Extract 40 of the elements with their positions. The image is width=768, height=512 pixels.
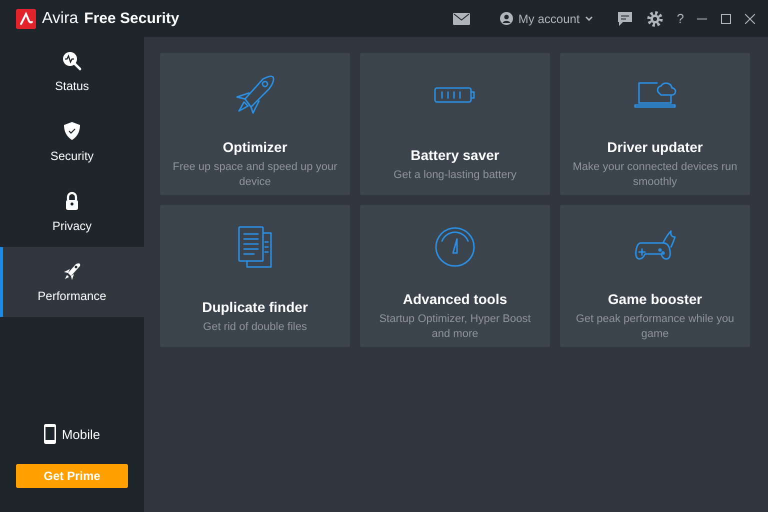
close-icon[interactable] bbox=[745, 14, 755, 24]
help-button[interactable]: ? bbox=[676, 11, 684, 26]
feature-card[interactable]: Optimizer Free up space and speed up your device bbox=[160, 53, 350, 195]
feature-card[interactable]: Driver updater Make your connected devices run smoothly bbox=[560, 53, 750, 195]
rocket-icon bbox=[62, 261, 82, 281]
card-title: Advanced tools bbox=[402, 291, 508, 307]
card-title: Driver updater bbox=[607, 139, 703, 155]
mobile-link[interactable]: Mobile bbox=[0, 424, 144, 444]
maximize-icon[interactable] bbox=[721, 14, 731, 24]
sidebar-item[interactable]: Security bbox=[0, 107, 144, 177]
brand-name: Avira bbox=[42, 10, 78, 28]
card-description: Make your connected devices run smoothly bbox=[572, 160, 738, 190]
card-title: Optimizer bbox=[222, 139, 288, 155]
window-title: Free Security bbox=[84, 10, 180, 27]
feature-card[interactable]: Battery saver Get a long-lasting battery bbox=[360, 53, 550, 195]
shield-check-icon bbox=[62, 121, 82, 141]
feature-card[interactable]: Game booster Get peak performance while you game bbox=[560, 205, 750, 347]
card-description: Free up space and speed up your device bbox=[172, 160, 338, 190]
user-icon bbox=[500, 12, 514, 25]
phone-icon bbox=[44, 424, 56, 444]
account-menu[interactable]: My account bbox=[500, 12, 593, 26]
card-description: Get peak performance while you game bbox=[574, 312, 736, 342]
feedback-icon[interactable] bbox=[616, 10, 633, 26]
sidebar-item[interactable]: Privacy bbox=[0, 177, 144, 247]
feature-card[interactable]: Duplicate finder Get rid of double files bbox=[160, 205, 350, 347]
card-description: Get rid of double files bbox=[203, 320, 307, 335]
card-description: Get a long-lasting battery bbox=[394, 168, 516, 183]
card-title: Duplicate finder bbox=[202, 299, 308, 315]
sidebar-item[interactable]: Performance bbox=[0, 247, 144, 317]
gauge-icon bbox=[433, 225, 477, 269]
caret-icon bbox=[584, 16, 593, 21]
logo-icon bbox=[16, 8, 36, 28]
magnifier-pulse-icon bbox=[62, 51, 82, 71]
feature-card[interactable]: Advanced tools Startup Optimizer, Hyper Boost and more bbox=[360, 205, 550, 347]
mail-icon[interactable] bbox=[453, 12, 470, 24]
card-title: Game booster bbox=[608, 291, 702, 307]
card-description: Startup Optimizer, Hyper Boost and more bbox=[378, 312, 532, 342]
settings-icon[interactable] bbox=[646, 10, 663, 26]
sidebar-item[interactable]: Status bbox=[0, 37, 144, 107]
card-title: Battery saver bbox=[410, 147, 500, 163]
